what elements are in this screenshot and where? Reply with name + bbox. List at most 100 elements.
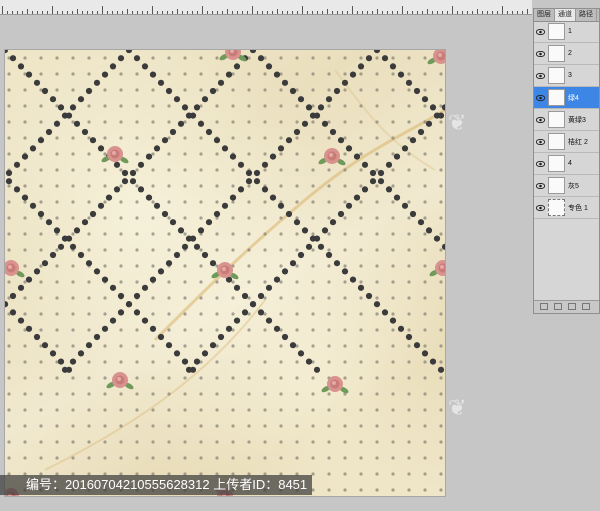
lattice-dot [253, 169, 261, 177]
watermark-bar: 编号：20160704210555628312 上传者ID：8451 [0, 475, 312, 495]
visibility-eye-icon[interactable] [534, 65, 546, 86]
small-dot [151, 264, 155, 268]
small-dot [167, 312, 171, 316]
lattice-dot [265, 63, 273, 70]
small-dot [295, 104, 299, 108]
small-dot [71, 312, 75, 316]
channel-row[interactable]: 灰5 [534, 175, 599, 197]
small-dot [167, 56, 171, 60]
small-dot [199, 424, 203, 428]
small-dot [39, 56, 43, 60]
lattice-dot [21, 153, 29, 160]
tab-channels[interactable]: 通道 [555, 9, 576, 21]
lattice-dot [405, 79, 413, 86]
lattice-dot [53, 227, 61, 234]
visibility-eye-icon[interactable] [534, 87, 546, 108]
small-dot [151, 152, 155, 156]
channel-row[interactable]: 专色 1 [534, 197, 599, 219]
small-dot [87, 376, 91, 380]
lattice-dot [185, 112, 193, 119]
small-dot [407, 312, 411, 316]
visibility-eye-icon[interactable] [534, 21, 546, 42]
delete-channel-button[interactable] [582, 303, 590, 310]
ruler-tick [152, 6, 153, 14]
small-dot [295, 376, 299, 380]
channel-row[interactable]: 黄绿3 [534, 109, 599, 131]
channel-row[interactable]: 4 [534, 153, 599, 175]
small-dot [295, 56, 299, 60]
channel-row[interactable]: 2 [534, 43, 599, 65]
visibility-eye-icon[interactable] [534, 153, 546, 174]
small-dot [183, 424, 187, 428]
small-dot [327, 72, 331, 76]
channel-row[interactable]: 桔红 2 [534, 131, 599, 153]
lattice-dot [229, 194, 237, 201]
lattice-dot [5, 301, 9, 308]
small-dot [167, 248, 171, 252]
small-dot [279, 376, 283, 380]
lattice-dot [381, 309, 389, 316]
small-dot [151, 360, 155, 364]
small-dot [279, 56, 283, 60]
ruler-tick [292, 11, 293, 14]
visibility-eye-icon[interactable] [534, 43, 546, 64]
small-dot [87, 200, 91, 204]
small-dot [439, 344, 443, 348]
small-dot [135, 440, 139, 444]
lattice-dot [137, 161, 145, 168]
new-channel-button[interactable] [568, 303, 576, 310]
visibility-eye-icon[interactable] [534, 197, 546, 218]
small-dot [359, 424, 363, 428]
document-canvas[interactable] [5, 50, 445, 496]
channel-row[interactable]: 1 [534, 21, 599, 43]
small-dot [327, 408, 331, 412]
tab-layers[interactable]: 图层 [534, 9, 555, 21]
small-dot [327, 216, 331, 220]
visibility-eye-icon[interactable] [534, 175, 546, 196]
small-dot [359, 136, 363, 140]
small-dot [279, 440, 283, 444]
small-dot [295, 200, 299, 204]
small-dot [343, 120, 347, 124]
small-dot [103, 56, 107, 60]
lattice-dot [77, 96, 85, 103]
small-dot [103, 248, 107, 252]
ruler-tick [197, 11, 198, 14]
small-dot [55, 216, 59, 220]
visibility-eye-icon[interactable] [534, 131, 546, 152]
small-dot [87, 232, 91, 236]
small-dot [343, 264, 347, 268]
ruler-tick [32, 11, 33, 14]
small-dot [311, 216, 315, 220]
visibility-eye-icon[interactable] [534, 109, 546, 130]
small-dot [87, 168, 91, 172]
panel-footer [534, 300, 599, 313]
small-dot [295, 440, 299, 444]
tab-paths[interactable]: 路径 [576, 9, 597, 21]
small-dot [327, 88, 331, 92]
lattice-dot [161, 210, 169, 218]
load-selection-button[interactable] [540, 303, 548, 310]
lattice-dot [233, 317, 241, 324]
save-selection-button[interactable] [554, 303, 562, 310]
channel-thumbnail [548, 45, 565, 62]
small-dot [151, 344, 155, 348]
channel-row[interactable]: 绿4 [534, 87, 599, 109]
small-dot [231, 424, 235, 428]
small-dot [343, 168, 347, 172]
small-dot [71, 408, 75, 412]
small-dot [23, 200, 27, 204]
ruler-tick [317, 11, 318, 14]
small-dot [375, 296, 379, 300]
small-dot [327, 488, 331, 492]
small-dot [359, 88, 363, 92]
small-dot [119, 264, 123, 268]
small-dot [311, 344, 315, 348]
small-dot [407, 168, 411, 172]
small-dot [71, 264, 75, 268]
ruler-tick [337, 11, 338, 14]
channel-row[interactable]: 3 [534, 65, 599, 87]
small-dot [311, 296, 315, 300]
channels-panel[interactable]: 图层 通道 路径 1 2 3 绿4 黄绿3 桔红 2 4 灰5 专色 1 [533, 8, 600, 314]
small-dot [215, 120, 219, 124]
